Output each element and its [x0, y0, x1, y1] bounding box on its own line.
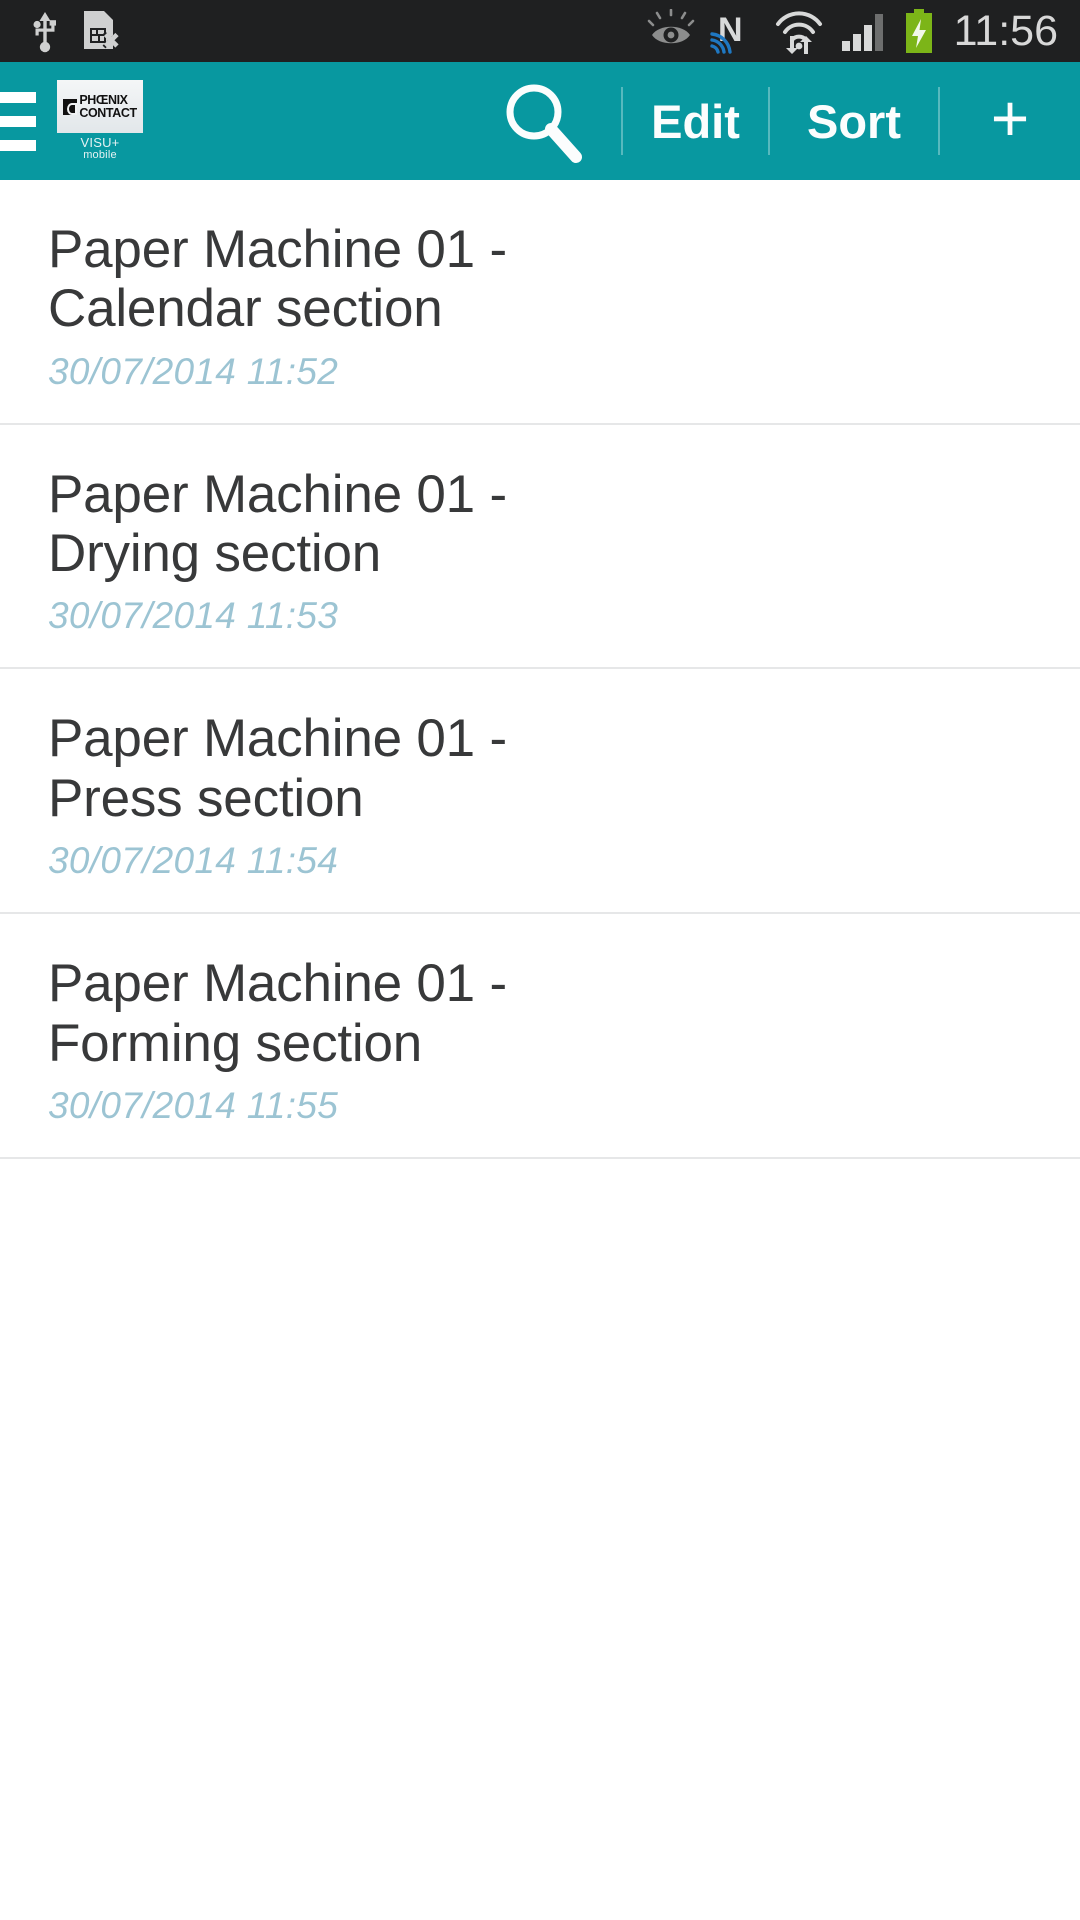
list-divider: [0, 1156, 1080, 1159]
list-item-timestamp: 30/07/2014 11:53: [48, 595, 339, 637]
list-item-title: Paper Machine 01 - Calendar section: [48, 220, 507, 339]
usb-icon: [33, 12, 56, 53]
list-item[interactable]: Paper Machine 01 - Drying section 30/07/…: [0, 424, 1080, 668]
nfc-icon: N: [709, 11, 742, 54]
status-bar-clock: 11:56: [953, 7, 1058, 55]
smart-stay-eye-icon: [647, 9, 694, 44]
brand-subtitle-platform: mobile: [83, 149, 117, 162]
hamburger-bar-3: [0, 139, 36, 151]
sim-card-removed-icon: [84, 11, 120, 49]
list-item[interactable]: Paper Machine 01 - Press section 30/07/2…: [0, 669, 1080, 913]
cellular-signal-icon: [841, 14, 883, 51]
edit-button[interactable]: Edit: [623, 62, 768, 180]
phoenix-logo-mark: [63, 98, 78, 115]
brand-logo-line2: CONTACT: [79, 105, 137, 120]
hamburger-bar-2: [0, 115, 36, 127]
plus-icon: +: [990, 81, 1030, 155]
list-item-timestamp: 30/07/2014 11:54: [48, 840, 339, 882]
app-bar: PHŒNIX CONTACT VISU+ mobile Edit Sort +: [0, 62, 1080, 180]
list-item-title: Paper Machine 01 - Press section: [48, 709, 507, 828]
status-bar-left-icons: [0, 9, 122, 53]
status-bar: N 11:56: [0, 0, 1080, 62]
sort-button[interactable]: Sort: [770, 62, 938, 180]
hamburger-menu-icon[interactable]: [0, 62, 46, 180]
list-item-title: Paper Machine 01 - Drying section: [48, 464, 507, 584]
battery-charging-icon: [905, 9, 932, 53]
add-button[interactable]: +: [940, 62, 1080, 180]
hamburger-bar-1: [0, 91, 36, 103]
brand-logo-block: PHŒNIX CONTACT VISU+ mobile: [52, 80, 148, 161]
search-button[interactable]: [463, 62, 621, 180]
list-item-timestamp: 30/07/2014 11:55: [48, 1084, 339, 1126]
search-icon: [506, 84, 582, 163]
list-item[interactable]: Paper Machine 01 - Calendar section 30/0…: [0, 180, 1080, 423]
wifi-transfer-icon: [775, 11, 822, 54]
list-item[interactable]: Paper Machine 01 - Forming section 30/07…: [0, 914, 1080, 1157]
status-bar-right-icons: N 11:56: [646, 0, 1080, 62]
project-list: Paper Machine 01 - Calendar section 30/0…: [0, 180, 1080, 1159]
app-bar-actions: Edit Sort +: [463, 62, 1080, 180]
phoenix-contact-logo: PHŒNIX CONTACT: [57, 80, 143, 134]
brand-subtitle-product: VISU+: [80, 135, 120, 151]
brand-subtitle: VISU+ mobile: [81, 136, 120, 161]
list-item-timestamp: 30/07/2014 11:52: [48, 350, 339, 392]
list-item-title: Paper Machine 01 - Forming section: [48, 954, 507, 1073]
